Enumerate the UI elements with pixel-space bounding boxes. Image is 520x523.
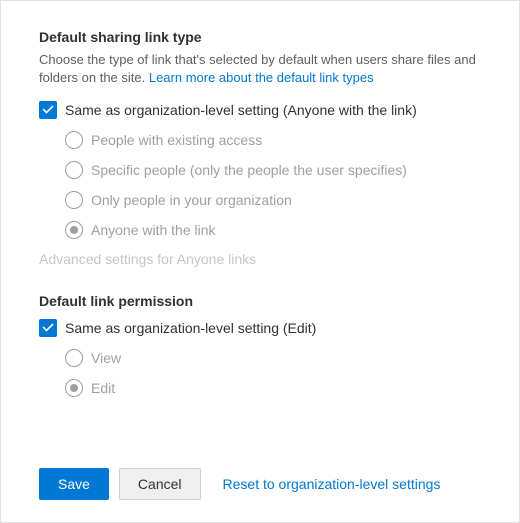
radio-icon[interactable] bbox=[65, 379, 83, 397]
reset-link[interactable]: Reset to organization-level settings bbox=[223, 476, 441, 492]
save-button[interactable]: Save bbox=[39, 468, 109, 500]
link-permission-option-row[interactable]: View bbox=[65, 349, 487, 367]
link-permission-same-as-org-label: Same as organization-level setting (Edit… bbox=[65, 320, 316, 336]
radio-icon[interactable] bbox=[65, 131, 83, 149]
link-type-same-as-org-checkbox[interactable] bbox=[39, 101, 57, 119]
radio-icon[interactable] bbox=[65, 191, 83, 209]
radio-icon[interactable] bbox=[65, 161, 83, 179]
link-type-description: Choose the type of link that's selected … bbox=[39, 51, 487, 87]
footer-actions: Save Cancel Reset to organization-level … bbox=[39, 468, 440, 500]
link-type-option-label: Only people in your organization bbox=[91, 192, 292, 208]
link-permission-heading: Default link permission bbox=[39, 293, 487, 309]
link-type-same-as-org-row[interactable]: Same as organization-level setting (Anyo… bbox=[39, 101, 487, 119]
link-type-option-row[interactable]: Only people in your organization bbox=[65, 191, 487, 209]
link-permission-same-as-org-row[interactable]: Same as organization-level setting (Edit… bbox=[39, 319, 487, 337]
link-permission-same-as-org-checkbox[interactable] bbox=[39, 319, 57, 337]
sharing-settings-panel: Default sharing link type Choose the typ… bbox=[0, 0, 520, 523]
link-type-option-row[interactable]: Anyone with the link bbox=[65, 221, 487, 239]
learn-more-link[interactable]: Learn more about the default link types bbox=[149, 70, 374, 85]
link-permission-radio-group: View Edit bbox=[65, 349, 487, 397]
checkmark-icon bbox=[42, 104, 54, 116]
link-type-option-label: Specific people (only the people the use… bbox=[91, 162, 407, 178]
link-type-option-row[interactable]: People with existing access bbox=[65, 131, 487, 149]
link-permission-option-label: View bbox=[91, 350, 121, 366]
link-type-heading: Default sharing link type bbox=[39, 29, 487, 45]
link-type-same-as-org-label: Same as organization-level setting (Anyo… bbox=[65, 102, 417, 118]
link-type-option-row[interactable]: Specific people (only the people the use… bbox=[65, 161, 487, 179]
radio-icon[interactable] bbox=[65, 349, 83, 367]
link-permission-option-row[interactable]: Edit bbox=[65, 379, 487, 397]
link-permission-option-label: Edit bbox=[91, 380, 115, 396]
link-type-radio-group: People with existing access Specific peo… bbox=[65, 131, 487, 239]
radio-icon[interactable] bbox=[65, 221, 83, 239]
advanced-settings-link: Advanced settings for Anyone links bbox=[39, 251, 487, 267]
checkmark-icon bbox=[42, 322, 54, 334]
cancel-button[interactable]: Cancel bbox=[119, 468, 201, 500]
link-type-option-label: People with existing access bbox=[91, 132, 262, 148]
link-type-option-label: Anyone with the link bbox=[91, 222, 216, 238]
